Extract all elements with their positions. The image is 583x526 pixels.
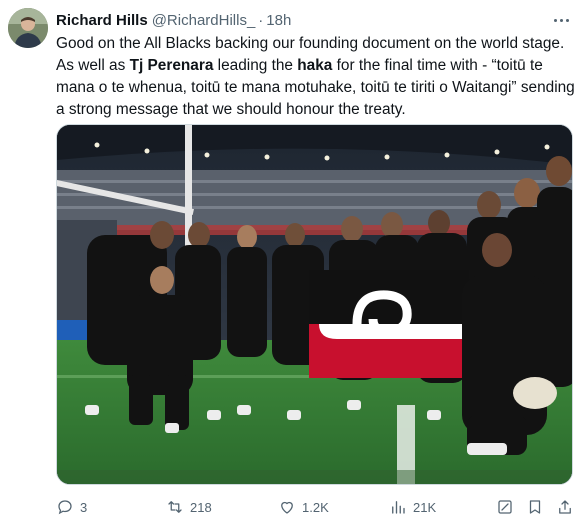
separator-dot: ·: [258, 11, 264, 29]
tino-rangatiratanga-flag: [309, 270, 469, 378]
tweet-actions: 3 218 1.2K 21K: [56, 496, 578, 518]
retweet-button[interactable]: 218: [166, 496, 212, 518]
tweet-header: Richard Hills @RichardHills_ · 18h: [56, 10, 543, 30]
tweet-text-bold: haka: [297, 57, 333, 74]
author-name[interactable]: Richard Hills: [56, 12, 148, 29]
retweet-count: 218: [190, 499, 212, 515]
reply-count: 3: [80, 499, 88, 515]
tweet-text: Good on the All Blacks backing our found…: [56, 33, 578, 121]
views-count: 21K: [413, 499, 437, 515]
reply-button[interactable]: 3: [56, 496, 87, 518]
like-button[interactable]: 1.2K: [278, 496, 329, 518]
grok-icon: [498, 500, 512, 514]
tweet-image[interactable]: [56, 124, 573, 485]
tweet-text-run: leading the: [213, 57, 298, 74]
retweet-icon: [168, 501, 182, 513]
haka-photo: [57, 125, 572, 484]
views-chart-icon: [392, 501, 405, 514]
like-count: 1.2K: [302, 499, 329, 515]
bookmark-icon: [529, 500, 541, 514]
views-button[interactable]: 21K: [389, 496, 436, 518]
heart-icon: [281, 501, 293, 514]
bookmark-button[interactable]: [526, 496, 544, 518]
share-button[interactable]: [556, 496, 574, 518]
tweet-timestamp[interactable]: 18h: [266, 12, 291, 29]
author-handle[interactable]: @RichardHills_: [152, 12, 256, 29]
grok-button[interactable]: [496, 496, 514, 518]
reply-icon: [58, 500, 72, 515]
author-avatar[interactable]: [8, 8, 48, 48]
share-icon: [559, 500, 571, 514]
tweet-text-bold: Tj Perenara: [129, 57, 214, 74]
more-dots-icon[interactable]: [551, 12, 571, 28]
